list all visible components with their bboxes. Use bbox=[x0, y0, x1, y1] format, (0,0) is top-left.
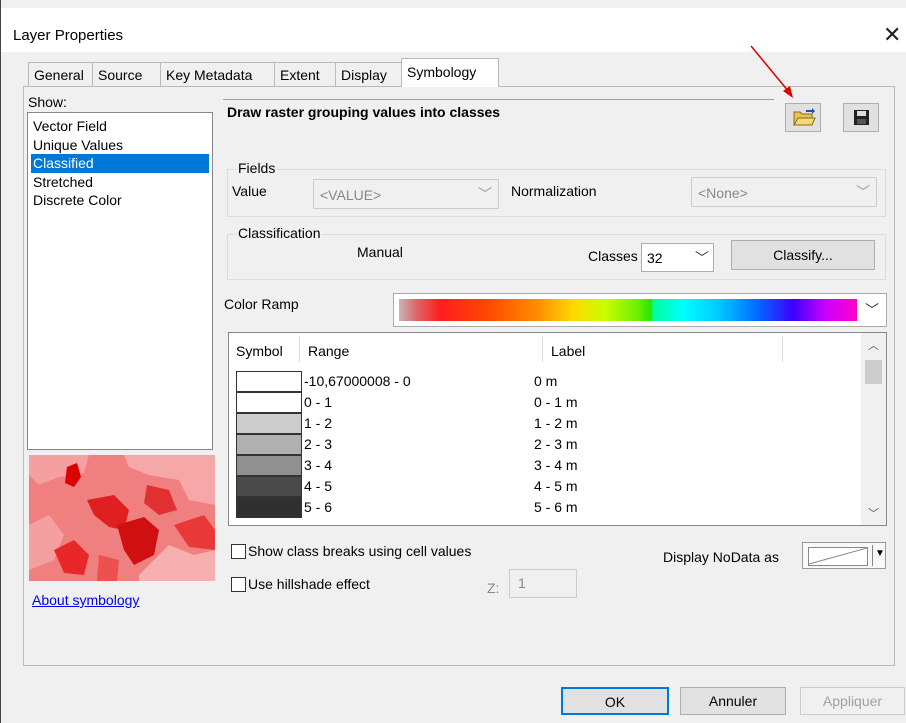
table-row[interactable]: 3 - 4 3 - 4 m bbox=[229, 454, 859, 476]
table-row[interactable]: -10,67000008 - 0 0 m bbox=[229, 370, 859, 392]
layer-properties-dialog: Layer Properties ✕ General Source Key Me… bbox=[0, 0, 906, 723]
normalization-dropdown[interactable]: <None> ﹀ bbox=[691, 177, 877, 207]
tab-general[interactable]: General bbox=[28, 62, 93, 86]
scroll-thumb[interactable] bbox=[865, 360, 882, 384]
floppy-save-icon bbox=[854, 110, 869, 125]
diagonal-line-icon bbox=[808, 547, 868, 565]
symbol-swatch[interactable] bbox=[236, 413, 302, 434]
classes-dropdown[interactable]: 32 ﹀ bbox=[641, 243, 714, 272]
chevron-down-icon: ﹀ bbox=[478, 186, 492, 202]
class-table[interactable]: Symbol Range Label -10,67000008 - 00 m0 … bbox=[228, 332, 887, 526]
window-title: Layer Properties bbox=[13, 27, 124, 44]
label-cell[interactable]: 2 - 3 m bbox=[534, 434, 578, 455]
close-icon[interactable]: ✕ bbox=[883, 22, 901, 48]
tab-key-metadata[interactable]: Key Metadata bbox=[160, 62, 275, 86]
range-cell[interactable]: 2 - 3 bbox=[303, 434, 480, 455]
split-divider bbox=[872, 545, 873, 566]
label-cell[interactable]: 3 - 4 m bbox=[534, 455, 578, 476]
table-scrollbar[interactable]: ︿ ﹀ bbox=[861, 333, 886, 525]
color-ramp-label: Color Ramp bbox=[224, 296, 299, 312]
annotation-arrow-icon bbox=[750, 45, 793, 98]
tab-source[interactable]: Source bbox=[92, 62, 161, 86]
symbol-swatch[interactable] bbox=[236, 392, 302, 413]
range-cell[interactable]: 5 - 6 bbox=[303, 497, 480, 518]
symbol-header[interactable]: Symbol bbox=[236, 343, 283, 359]
table-row[interactable]: 5 - 6 5 - 6 m bbox=[229, 496, 859, 518]
value-dropdown-text: <VALUE> bbox=[320, 187, 382, 203]
z-label: Z: bbox=[487, 580, 500, 596]
z-factor-input[interactable]: 1 bbox=[509, 569, 577, 598]
label-cell[interactable]: 0 - 1 m bbox=[534, 392, 578, 413]
label-cell[interactable]: 5 - 6 m bbox=[534, 497, 578, 518]
save-layer-button[interactable] bbox=[843, 103, 879, 132]
range-cell[interactable]: 3 - 4 bbox=[303, 455, 480, 476]
nodata-color-picker[interactable]: ▼ bbox=[802, 542, 886, 569]
table-row[interactable]: 4 - 5 4 - 5 m bbox=[229, 475, 859, 497]
dropdown-arrow-icon[interactable]: ▼ bbox=[875, 548, 885, 559]
show-class-breaks-label: Show class breaks using cell values bbox=[248, 543, 472, 559]
label-cell[interactable]: 0 m bbox=[534, 371, 557, 392]
list-item-vector-field[interactable]: Vector Field bbox=[31, 117, 209, 136]
symbol-swatch[interactable] bbox=[236, 434, 302, 455]
list-item-discrete-color[interactable]: Discrete Color bbox=[31, 191, 209, 210]
column-divider bbox=[299, 336, 300, 362]
open-folder-icon bbox=[793, 108, 816, 126]
column-divider bbox=[782, 336, 783, 362]
show-label: Show: bbox=[28, 94, 67, 110]
hillshade-checkbox[interactable] bbox=[231, 577, 246, 592]
chevron-down-icon: ﹀ bbox=[856, 184, 870, 200]
column-divider bbox=[542, 336, 543, 362]
tab-symbology[interactable]: Symbology bbox=[401, 58, 499, 87]
label-cell[interactable]: 1 - 2 m bbox=[534, 413, 578, 434]
symbol-swatch[interactable] bbox=[236, 371, 302, 392]
scroll-up-icon[interactable]: ︿ bbox=[868, 337, 879, 353]
label-header[interactable]: Label bbox=[551, 343, 585, 359]
list-item-classified[interactable]: Classified bbox=[31, 154, 209, 173]
range-cell[interactable]: 1 - 2 bbox=[303, 413, 480, 434]
tab-extent[interactable]: Extent bbox=[274, 62, 336, 86]
apply-button[interactable]: Appliquer bbox=[800, 687, 905, 715]
symbol-swatch[interactable] bbox=[236, 476, 302, 497]
show-list[interactable]: Vector Field Unique Values Classified St… bbox=[27, 112, 213, 450]
list-item-unique-values[interactable]: Unique Values bbox=[31, 136, 209, 155]
fields-group-label: Fields bbox=[236, 160, 278, 176]
chevron-down-icon: ﹀ bbox=[695, 250, 709, 266]
tab-display[interactable]: Display bbox=[335, 62, 402, 86]
classification-method: Manual bbox=[357, 244, 403, 260]
nodata-swatch bbox=[808, 547, 868, 566]
list-item-stretched[interactable]: Stretched bbox=[31, 173, 209, 192]
about-symbology-link[interactable]: About symbology bbox=[32, 592, 139, 608]
range-cell[interactable]: 0 - 1 bbox=[303, 392, 480, 413]
chevron-down-icon: ﹀ bbox=[865, 302, 879, 318]
symbol-swatch[interactable] bbox=[236, 455, 302, 476]
range-header[interactable]: Range bbox=[308, 343, 349, 359]
table-row[interactable]: 0 - 1 0 - 1 m bbox=[229, 391, 859, 413]
open-layer-button[interactable] bbox=[785, 103, 821, 132]
symbol-swatch[interactable] bbox=[236, 497, 302, 518]
color-ramp-gradient bbox=[399, 299, 857, 321]
hillshade-label: Use hillshade effect bbox=[248, 576, 370, 592]
heading-rule bbox=[223, 99, 774, 100]
renderer-heading: Draw raster grouping values into classes bbox=[227, 104, 501, 120]
table-row[interactable]: 1 - 2 1 - 2 m bbox=[229, 412, 859, 434]
scroll-down-icon[interactable]: ﹀ bbox=[868, 505, 879, 521]
value-label: Value bbox=[232, 183, 267, 199]
nodata-label: Display NoData as bbox=[663, 549, 779, 565]
range-cell[interactable]: 4 - 5 bbox=[303, 476, 480, 497]
normalization-label: Normalization bbox=[511, 183, 597, 199]
range-cell[interactable]: -10,67000008 - 0 bbox=[303, 371, 480, 392]
classes-value: 32 bbox=[647, 250, 663, 266]
value-dropdown[interactable]: <VALUE> ﹀ bbox=[313, 179, 499, 209]
normalization-dropdown-text: <None> bbox=[698, 185, 748, 201]
classification-group-label: Classification bbox=[236, 225, 323, 241]
symbology-preview-image bbox=[29, 455, 215, 581]
classes-label: Classes bbox=[588, 248, 638, 264]
table-row[interactable]: 2 - 3 2 - 3 m bbox=[229, 433, 859, 455]
ok-button[interactable]: OK bbox=[561, 687, 669, 715]
cancel-button[interactable]: Annuler bbox=[680, 687, 786, 715]
label-cell[interactable]: 4 - 5 m bbox=[534, 476, 578, 497]
show-class-breaks-checkbox[interactable] bbox=[231, 544, 246, 559]
classify-button[interactable]: Classify... bbox=[731, 240, 875, 270]
color-ramp-dropdown[interactable]: ﹀ bbox=[393, 293, 887, 327]
